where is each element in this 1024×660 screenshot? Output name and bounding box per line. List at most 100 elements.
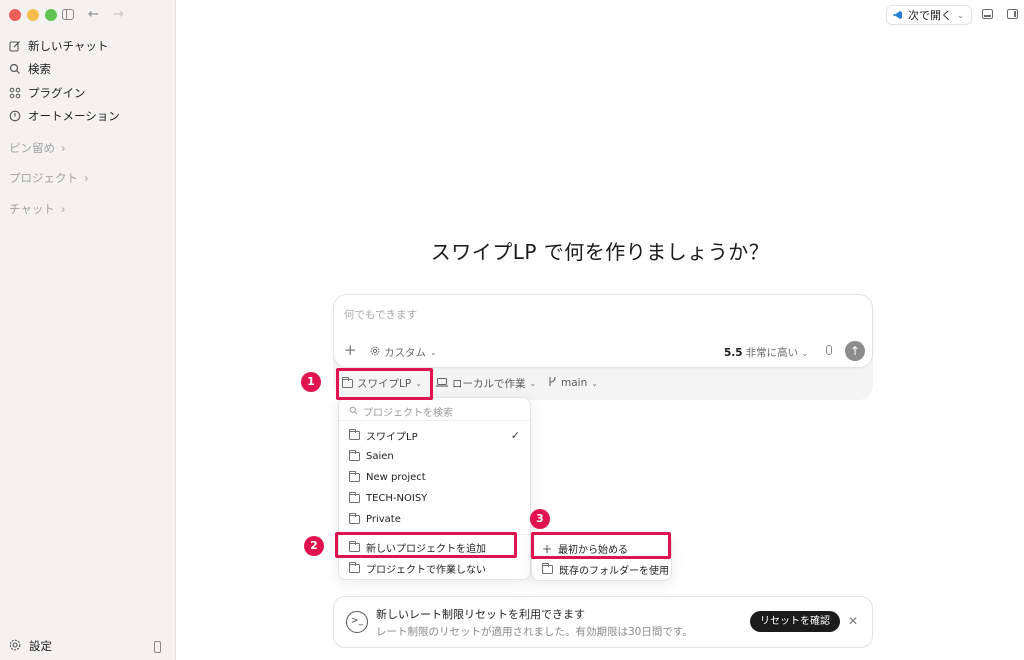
rate-limit-notice: >_ 新しいレート制限リセットを利用できます レート制限のリセットが適用されまし… [333,596,873,648]
chevron-right-icon: › [84,171,89,185]
gear-icon [370,346,380,359]
gear-icon [9,639,21,654]
close-icon[interactable]: ✕ [848,614,858,628]
folder-icon [349,512,360,524]
send-button[interactable]: ↑ [845,341,865,361]
environment-selector[interactable]: ローカルで作業 ⌄ [436,376,536,391]
sidebar-item-label: 新しいチャット [28,38,109,53]
add-attachment-icon[interactable]: + [344,343,357,358]
use-existing-label: 既存のフォルダーを使用 [559,566,669,577]
notice-title: 新しいレート制限リセットを利用できます [376,608,585,621]
sidebar-item-automation[interactable]: オートメーション [9,105,167,129]
section-label: プロジェクト [9,171,78,185]
composer[interactable]: 何でもできます + カスタム ⌄ 5.5 非常に高い ⌄ ↑ [333,294,873,368]
back-arrow-icon[interactable]: ← [88,7,99,22]
sidebar-item-search[interactable]: 検索 [9,58,167,82]
project-item-label: New project [366,471,426,483]
chevron-down-icon: ⌄ [801,349,809,358]
project-item[interactable]: Private [349,511,520,527]
no-project-label: プロジェクトで作業しない [366,564,486,576]
divider [339,420,530,421]
prompt-input[interactable]: 何でもできます [344,307,417,322]
chevron-down-icon: ⌄ [957,10,964,20]
environment-label: ローカルで作業 [452,378,526,390]
section-pinned[interactable]: ピン留め › [9,140,66,156]
custom-mode-button[interactable]: カスタム ⌄ [370,345,437,360]
terminal-icon: >_ [346,611,368,633]
sidebar-item-label: プラグイン [28,85,86,100]
notice-subtitle: レート制限のリセットが適用されました。有効期限は30日間です。 [376,626,693,638]
sidebar: ← → 新しいチャット 検索 プラグイン オートメーション ピン留め › プロジ… [0,0,176,660]
project-item[interactable]: Saien [349,448,520,464]
open-in-button[interactable]: 次で開く ⌄ [886,5,972,25]
sidebar-item-new-chat[interactable]: 新しいチャット [9,34,167,58]
phone-icon[interactable] [154,641,161,653]
project-item[interactable]: スワイプLP ✓ [349,427,520,443]
section-chats[interactable]: チャット › [9,201,66,217]
terminal-panel-icon[interactable] [982,9,993,19]
section-projects[interactable]: プロジェクト › [9,170,89,186]
minimize-window-button[interactable] [27,9,39,21]
folder-icon [349,470,360,482]
chevron-down-icon: ⌄ [591,378,598,388]
folder-icon [349,561,360,573]
grid-icon [9,87,21,99]
project-item-label: TECH-NOISY [366,492,428,504]
section-label: チャット [9,202,55,216]
highlight-box-3 [531,532,671,559]
branch-icon [548,376,557,390]
search-icon [349,406,358,418]
branch-label: main [561,377,588,389]
vscode-icon [893,10,903,20]
checkmark-icon: ✓ [510,428,520,442]
project-item-label: スワイプLP [366,431,418,443]
branch-selector[interactable]: main ⌄ [548,376,598,390]
sidebar-nav: 新しいチャット 検索 プラグイン オートメーション [9,34,167,128]
project-item[interactable]: New project [349,469,520,485]
chevron-down-icon: ⌄ [529,379,537,388]
close-window-button[interactable] [9,9,21,21]
section-label: ピン留め [9,141,55,155]
chevron-down-icon: ⌄ [430,348,437,357]
chevron-right-icon: › [60,202,66,216]
right-panel-icon[interactable] [1007,9,1018,19]
chevron-right-icon: › [61,141,66,155]
folder-icon [349,491,360,503]
use-existing-folder-item[interactable]: 既存のフォルダーを使用 [542,562,669,577]
step-badge-3: 3 [530,509,550,529]
sidebar-item-plugins[interactable]: プラグイン [9,81,167,105]
open-in-label: 次で開く [908,9,952,22]
step-badge-1: 1 [301,372,321,392]
folder-icon [349,449,360,461]
project-item[interactable]: TECH-NOISY [349,490,520,506]
highlight-box-1 [336,368,433,400]
edit-icon [9,40,21,52]
clock-icon [9,110,21,122]
step-badge-2: 2 [304,536,324,556]
highlight-box-2 [335,532,517,558]
microphone-icon[interactable] [826,345,832,355]
project-search-placeholder: プロジェクトを検索 [363,408,453,419]
settings-label: 設定 [29,639,52,653]
window-controls [9,9,57,21]
settings-button[interactable]: 設定 [9,638,52,654]
zoom-window-button[interactable] [45,9,57,21]
page-title: スワイプLP で何を作りましょうか？ [430,240,770,264]
project-search-input[interactable]: プロジェクトを検索 [349,404,453,419]
confirm-reset-button[interactable]: リセットを確認 [750,611,840,632]
sidebar-item-label: 検索 [28,62,51,77]
forward-arrow-icon[interactable]: → [113,7,124,22]
folder-icon [542,563,553,574]
window-toolbar: ← → [62,7,124,22]
laptop-icon [436,377,448,390]
folder-icon [349,428,360,440]
no-project-item[interactable]: プロジェクトで作業しない [349,560,520,576]
sidebar-item-label: オートメーション [28,109,120,124]
model-selector[interactable]: 5.5 非常に高い ⌄ [724,345,808,360]
sidebar-toggle-icon[interactable] [62,9,74,20]
project-item-label: Saien [366,450,394,462]
custom-mode-label: カスタム [384,347,426,359]
model-effort: 非常に高い [745,347,799,359]
model-version: 5.5 [724,347,743,359]
project-item-label: Private [366,513,401,525]
